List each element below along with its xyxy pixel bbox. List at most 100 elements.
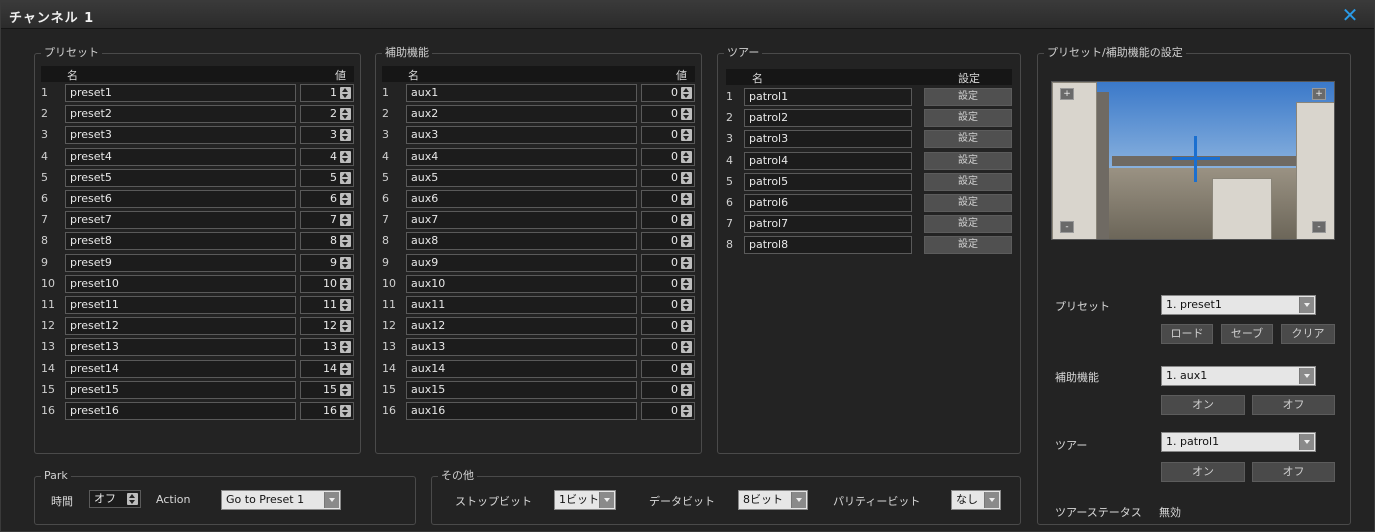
- preset-value-stepper[interactable]: 11: [300, 296, 354, 314]
- preset-value-stepper[interactable]: 10: [300, 274, 354, 293]
- tour-name-field[interactable]: patrol4: [744, 151, 912, 170]
- tour-setting-button[interactable]: 設定: [924, 194, 1012, 212]
- preset-name-field[interactable]: preset11: [65, 296, 296, 314]
- spinner-icon[interactable]: [681, 405, 692, 417]
- tour-name-field[interactable]: patrol5: [744, 172, 912, 191]
- aux-value-stepper[interactable]: 0: [641, 190, 695, 208]
- spinner-icon[interactable]: [340, 405, 351, 417]
- aux-value-stepper[interactable]: 0: [641, 402, 695, 420]
- aux-value-stepper[interactable]: 0: [641, 338, 695, 357]
- spinner-icon[interactable]: [681, 193, 692, 205]
- aux-value-stepper[interactable]: 0: [641, 232, 695, 251]
- preset-name-field[interactable]: preset7: [65, 211, 296, 230]
- aux-name-field[interactable]: aux9: [406, 253, 637, 272]
- aux-value-stepper[interactable]: 0: [641, 84, 695, 102]
- camera-preview[interactable]: + + - -: [1051, 81, 1335, 240]
- tour-name-field[interactable]: patrol2: [744, 109, 912, 128]
- spinner-icon[interactable]: [681, 108, 692, 121]
- aux-name-field[interactable]: aux11: [406, 296, 637, 314]
- spinner-icon[interactable]: [681, 214, 692, 227]
- tour-name-field[interactable]: patrol6: [744, 194, 912, 212]
- aux-value-stepper[interactable]: 0: [641, 147, 695, 166]
- preset-name-field[interactable]: preset16: [65, 402, 296, 420]
- preset-value-stepper[interactable]: 7: [300, 211, 354, 230]
- tour-setting-button[interactable]: 設定: [924, 172, 1012, 191]
- aux-off-button[interactable]: オフ: [1252, 395, 1335, 415]
- preset-value-stepper[interactable]: 6: [300, 190, 354, 208]
- aux-value-stepper[interactable]: 0: [641, 168, 695, 187]
- preset-value-stepper[interactable]: 1: [300, 84, 354, 102]
- spinner-icon[interactable]: [681, 129, 692, 142]
- tour-name-field[interactable]: patrol1: [744, 88, 912, 106]
- aux-value-stepper[interactable]: 0: [641, 317, 695, 336]
- preset-name-field[interactable]: preset2: [65, 105, 296, 124]
- aux-name-field[interactable]: aux6: [406, 190, 637, 208]
- preset-value-stepper[interactable]: 12: [300, 317, 354, 336]
- camera-zoom-in-right-button[interactable]: +: [1312, 88, 1326, 100]
- spinner-icon[interactable]: [340, 299, 351, 311]
- tour-name-field[interactable]: patrol8: [744, 236, 912, 255]
- spinner-icon[interactable]: [340, 193, 351, 205]
- aux-name-field[interactable]: aux14: [406, 359, 637, 378]
- save-button[interactable]: セーブ: [1221, 324, 1273, 344]
- spinner-icon[interactable]: [681, 277, 692, 290]
- tour-setting-button[interactable]: 設定: [924, 151, 1012, 170]
- spinner-icon[interactable]: [340, 277, 351, 290]
- spinner-icon[interactable]: [681, 87, 692, 99]
- aux-name-field[interactable]: aux13: [406, 338, 637, 357]
- tour-name-field[interactable]: patrol7: [744, 215, 912, 234]
- spinner-icon[interactable]: [340, 362, 351, 375]
- aux-name-field[interactable]: aux7: [406, 211, 637, 230]
- close-icon[interactable]: ✕: [1340, 5, 1360, 25]
- preset-value-stepper[interactable]: 3: [300, 126, 354, 145]
- aux-value-stepper[interactable]: 0: [641, 105, 695, 124]
- aux-value-stepper[interactable]: 0: [641, 253, 695, 272]
- park-action-select[interactable]: Go to Preset 1: [221, 490, 341, 510]
- preset-value-stepper[interactable]: 16: [300, 402, 354, 420]
- aux-value-stepper[interactable]: 0: [641, 359, 695, 378]
- preset-name-field[interactable]: preset5: [65, 168, 296, 187]
- spinner-icon[interactable]: [681, 320, 692, 333]
- spinner-icon[interactable]: [340, 341, 351, 354]
- data-bit-select[interactable]: 8ビット: [738, 490, 808, 510]
- preset-value-stepper[interactable]: 14: [300, 359, 354, 378]
- spinner-icon[interactable]: [681, 299, 692, 311]
- stop-bit-select[interactable]: 1ビット: [554, 490, 616, 510]
- preset-value-stepper[interactable]: 2: [300, 105, 354, 124]
- aux-value-stepper[interactable]: 0: [641, 380, 695, 399]
- spinner-icon[interactable]: [340, 256, 351, 269]
- aux-value-stepper[interactable]: 0: [641, 126, 695, 145]
- park-time-stepper[interactable]: オフ: [89, 490, 141, 508]
- aux-value-stepper[interactable]: 0: [641, 211, 695, 230]
- spinner-icon[interactable]: [681, 341, 692, 354]
- clear-button[interactable]: クリア: [1281, 324, 1335, 344]
- aux-name-field[interactable]: aux1: [406, 84, 637, 102]
- aux-name-field[interactable]: aux8: [406, 232, 637, 251]
- preset-value-stepper[interactable]: 15: [300, 380, 354, 399]
- camera-zoom-in-left-button[interactable]: +: [1060, 88, 1074, 100]
- preset-name-field[interactable]: preset12: [65, 317, 296, 336]
- tour-on-button[interactable]: オン: [1161, 462, 1245, 482]
- tour-setting-button[interactable]: 設定: [924, 130, 1012, 149]
- spinner-icon[interactable]: [340, 214, 351, 227]
- tour-off-button[interactable]: オフ: [1252, 462, 1335, 482]
- tour-setting-button[interactable]: 設定: [924, 215, 1012, 234]
- preset-value-stepper[interactable]: 9: [300, 253, 354, 272]
- aux-name-field[interactable]: aux2: [406, 105, 637, 124]
- aux-value-stepper[interactable]: 0: [641, 274, 695, 293]
- preset-name-field[interactable]: preset3: [65, 126, 296, 145]
- spinner-icon[interactable]: [340, 383, 351, 396]
- preset-name-field[interactable]: preset10: [65, 274, 296, 293]
- aux-select[interactable]: 1. aux1: [1161, 366, 1316, 386]
- load-button[interactable]: ロード: [1161, 324, 1213, 344]
- spinner-icon[interactable]: [681, 171, 692, 184]
- aux-name-field[interactable]: aux15: [406, 380, 637, 399]
- aux-name-field[interactable]: aux12: [406, 317, 637, 336]
- camera-zoom-out-right-button[interactable]: -: [1312, 221, 1326, 233]
- spinner-icon[interactable]: [340, 320, 351, 333]
- tour-select[interactable]: 1. patrol1: [1161, 432, 1316, 452]
- preset-name-field[interactable]: preset4: [65, 147, 296, 166]
- spinner-icon[interactable]: [340, 150, 351, 163]
- preset-name-field[interactable]: preset6: [65, 190, 296, 208]
- preset-value-stepper[interactable]: 13: [300, 338, 354, 357]
